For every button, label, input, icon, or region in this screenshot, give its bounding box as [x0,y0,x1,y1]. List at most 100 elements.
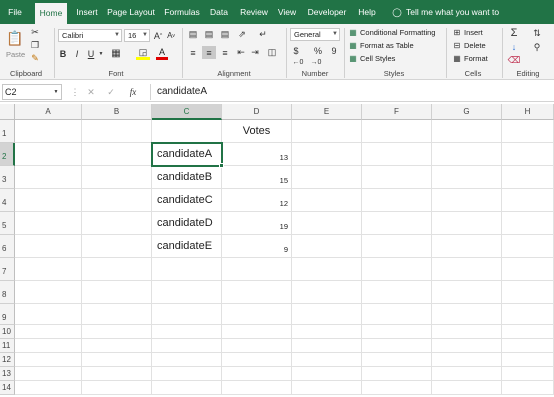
column-header-d[interactable]: D [222,104,292,120]
cell-d5[interactable]: 19 [222,212,292,235]
cut-icon[interactable]: ✂ [28,26,42,38]
insert-function-button[interactable]: fx [126,85,140,99]
cell-f2[interactable] [362,143,432,166]
align-center-icon[interactable]: ≡ [202,46,216,59]
cell-g4[interactable] [432,189,502,212]
align-left-icon[interactable]: ≡ [186,46,200,59]
copy-icon[interactable]: ❐ [28,39,42,51]
fill-color-icon[interactable]: ◲ [136,47,150,60]
cell-b14[interactable] [82,381,152,395]
cell-e13[interactable] [292,367,362,381]
cell-f3[interactable] [362,166,432,189]
cell-e14[interactable] [292,381,362,395]
cell-g11[interactable] [432,339,502,353]
cell-f10[interactable] [362,325,432,339]
cell-b3[interactable] [82,166,152,189]
cell-b5[interactable] [82,212,152,235]
row-header-10[interactable]: 10 [0,325,15,339]
cell-b7[interactable] [82,258,152,281]
cell-d1[interactable]: Votes [222,120,292,143]
row-header-13[interactable]: 13 [0,367,15,381]
align-right-icon[interactable]: ≡ [218,46,232,59]
tab-file[interactable]: File [2,0,28,24]
cell-g3[interactable] [432,166,502,189]
cell-f9[interactable] [362,304,432,325]
chevron-down-icon[interactable]: ▼ [52,87,60,97]
cell-c7[interactable] [152,258,222,281]
wrap-text-icon[interactable]: ↵ [256,28,270,41]
cell-d13[interactable] [222,367,292,381]
cell-f6[interactable] [362,235,432,258]
borders-icon[interactable]: ▦ [109,47,123,60]
cell-g7[interactable] [432,258,502,281]
cell-a1[interactable] [15,120,82,143]
cell-h5[interactable] [502,212,554,235]
cell-c14[interactable] [152,381,222,395]
cell-f1[interactable] [362,120,432,143]
cell-h8[interactable] [502,281,554,304]
insert-cells-button[interactable]: Insert [464,28,483,37]
row-header-8[interactable]: 8 [0,281,15,304]
row-header-6[interactable]: 6 [0,235,15,258]
fill-icon[interactable]: ↓ [508,41,520,53]
column-header-h[interactable]: H [502,104,554,120]
column-header-a[interactable]: A [15,104,82,120]
paste-icon[interactable]: 📋 [5,27,25,49]
cell-g6[interactable] [432,235,502,258]
cell-a10[interactable] [15,325,82,339]
row-header-9[interactable]: 9 [0,304,15,325]
underline-button[interactable]: U [86,47,96,60]
delete-cells-button[interactable]: Delete [464,41,486,50]
cell-g2[interactable] [432,143,502,166]
autosum-button[interactable]: Σ [508,27,520,39]
cell-e4[interactable] [292,189,362,212]
align-bottom-icon[interactable]: ▤ [218,28,232,41]
font-name-select[interactable]: Calibri ▼ [58,29,122,42]
cell-b12[interactable] [82,353,152,367]
cell-f8[interactable] [362,281,432,304]
format-as-table-button[interactable]: Format as Table [360,41,414,50]
currency-button[interactable]: $ [290,44,302,57]
cell-c13[interactable] [152,367,222,381]
cell-b2[interactable] [82,143,152,166]
cell-h13[interactable] [502,367,554,381]
cell-c4[interactable]: candidateC [152,189,222,212]
chevron-down-icon[interactable]: ▼ [97,47,105,60]
italic-button[interactable]: I [72,47,82,60]
cell-d14[interactable] [222,381,292,395]
cell-h2[interactable] [502,143,554,166]
cell-f5[interactable] [362,212,432,235]
tab-page-layout[interactable]: Page Layout [107,0,155,24]
cell-h6[interactable] [502,235,554,258]
cell-h12[interactable] [502,353,554,367]
cell-g5[interactable] [432,212,502,235]
row-header-14[interactable]: 14 [0,381,15,395]
row-header-1[interactable]: 1 [0,120,15,143]
percent-button[interactable]: % [312,44,324,57]
tab-formulas[interactable]: Formulas [162,0,202,24]
tab-review[interactable]: Review [238,0,270,24]
grow-font-icon[interactable]: A ^ [152,29,164,42]
row-header-12[interactable]: 12 [0,353,15,367]
cell-f13[interactable] [362,367,432,381]
align-middle-icon[interactable]: ▤ [202,28,216,41]
column-header-f[interactable]: F [362,104,432,120]
cell-styles-button[interactable]: Cell Styles [360,54,395,63]
enter-icon[interactable]: ✓ [106,85,116,99]
increase-indent-icon[interactable]: ⇥ [248,46,262,59]
cell-a3[interactable] [15,166,82,189]
tab-data[interactable]: Data [208,0,230,24]
increase-decimal-icon[interactable]: ←0 [290,57,306,68]
cell-f7[interactable] [362,258,432,281]
cell-g12[interactable] [432,353,502,367]
merge-center-icon[interactable]: ◫ [264,46,280,59]
cell-e8[interactable] [292,281,362,304]
sort-filter-icon[interactable]: ⇅ [530,27,544,39]
cell-a9[interactable] [15,304,82,325]
cell-a13[interactable] [15,367,82,381]
row-header-7[interactable]: 7 [0,258,15,281]
align-top-icon[interactable]: ▤ [186,28,200,41]
cell-c8[interactable] [152,281,222,304]
row-header-5[interactable]: 5 [0,212,15,235]
tab-insert[interactable]: Insert [73,0,101,24]
